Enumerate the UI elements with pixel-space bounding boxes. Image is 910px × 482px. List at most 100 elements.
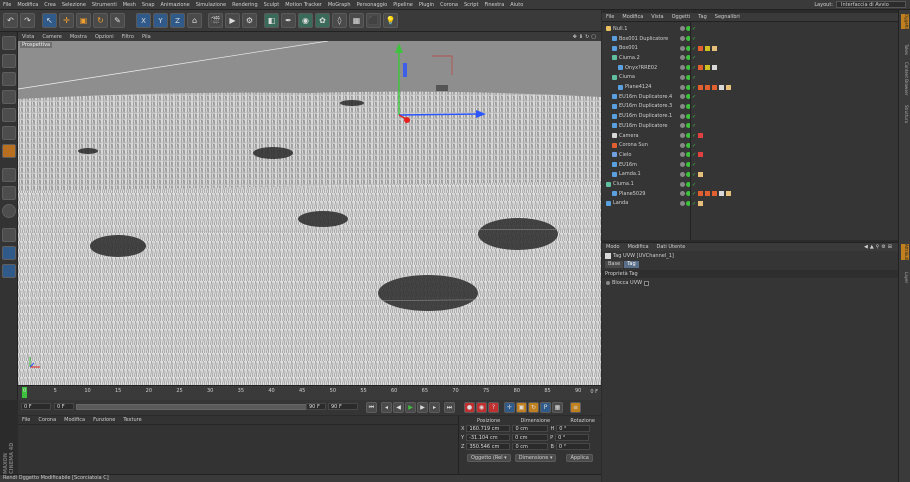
floor-icon[interactable]: ▦ (349, 13, 364, 28)
object-name[interactable]: Plane4124 (618, 84, 651, 90)
menu-animazione[interactable]: Animazione (158, 2, 193, 8)
timeline-ruler[interactable]: 0 5 10 15 20 25 30 35 40 45 50 55 60 65 70 75 80 85 90 0 F (18, 385, 601, 400)
visibility-dot-icon[interactable] (680, 55, 685, 61)
menu-personaggio[interactable]: Personaggio (354, 2, 391, 8)
key-pla-icon[interactable]: ▦ (552, 402, 563, 413)
menu-simulazione[interactable]: Simulazione (193, 2, 229, 8)
key-rotation-icon[interactable]: ↻ (528, 402, 539, 413)
enable-check-icon[interactable]: ✓ (692, 94, 697, 100)
object-name[interactable]: Null.1 (606, 26, 627, 32)
rotate-tool-icon[interactable]: ↻ (93, 13, 108, 28)
enable-check-icon[interactable]: ✓ (692, 55, 697, 61)
visibility-toggles[interactable]: ✓ (680, 152, 697, 158)
visibility-toggles[interactable]: ✓ (680, 200, 697, 207)
visibility-dot-icon[interactable] (680, 123, 685, 129)
y-axis-icon[interactable]: Y (153, 13, 168, 28)
visibility-toggles[interactable]: ✓ (680, 113, 697, 120)
tag-icon[interactable] (719, 84, 724, 90)
deformer-icon[interactable]: ◊ (332, 13, 347, 28)
om-menu-tag[interactable]: Tag (694, 14, 710, 20)
visibility-toggles[interactable]: ✓ (680, 84, 697, 91)
menu-mesh[interactable]: Mesh (120, 2, 139, 8)
record-icon[interactable]: ● (464, 402, 475, 413)
tab-base[interactable]: Base (605, 261, 624, 268)
object-row[interactable]: EU16m Duplicatore ✓ (602, 121, 898, 131)
visibility-dot-icon[interactable] (680, 133, 685, 139)
object-name[interactable]: Onyx?RRE02 (618, 65, 657, 71)
points-mode-icon[interactable] (2, 108, 16, 122)
visibility-dot-icon[interactable] (680, 142, 685, 148)
om-menu-segnalibri[interactable]: Segnalibri (711, 14, 744, 20)
pen-spline-icon[interactable]: ✒ (281, 13, 296, 28)
object-manager-divider[interactable] (690, 22, 691, 240)
preview-end-field[interactable]: 90 F (306, 403, 326, 410)
object-row[interactable]: Camera ✓ (602, 131, 898, 141)
attr-menu-modo[interactable]: Modo (602, 244, 624, 250)
visibility-dot-icon[interactable] (680, 84, 685, 90)
object-row[interactable]: EU16m Duplicatore.3 ✓ (602, 102, 898, 112)
current-frame-field[interactable]: 0 F (21, 403, 51, 410)
visibility-toggles[interactable]: ✓ (680, 103, 697, 110)
menu-rendering[interactable]: Rendering (229, 2, 261, 8)
object-row[interactable]: EU16m ✓ (602, 160, 898, 170)
visibility-dot-icon[interactable] (680, 45, 685, 51)
prev-frame-icon[interactable]: ◀ (393, 402, 404, 413)
visibility-toggles[interactable]: ✓ (680, 65, 697, 71)
om-menu-modifica[interactable]: Modifica (618, 14, 647, 20)
tag-icon[interactable] (698, 133, 703, 139)
edges-mode-icon[interactable] (2, 126, 16, 140)
object-row[interactable]: EU16m Duplicatore.1 ✓ (602, 111, 898, 121)
object-row[interactable]: Ciuma.1 ✓ (602, 179, 898, 189)
menu-motion-tracker[interactable]: Motion Tracker (282, 2, 325, 8)
viewport-menu-filtro[interactable]: Filtro (118, 34, 138, 40)
object-name[interactable]: Cielo (612, 152, 631, 158)
position-z-field[interactable]: 350.546 cm (466, 443, 511, 450)
coords-mode-dropdown[interactable]: Oggetto (Rel ▾ (467, 454, 511, 462)
dock-tab-content-browser[interactable]: Content Browser (901, 62, 909, 95)
menu-mograph[interactable]: MoGraph (325, 2, 354, 8)
menu-file[interactable]: File (0, 2, 14, 8)
model-mode-icon[interactable] (2, 54, 16, 68)
object-row[interactable]: Box001 ✓ (602, 43, 898, 53)
key-param-icon[interactable]: P (540, 402, 551, 413)
enable-check-icon[interactable]: ✓ (692, 143, 697, 149)
enable-check-icon[interactable]: ✓ (692, 172, 697, 178)
make-editable-icon[interactable] (2, 36, 16, 50)
tag-icon[interactable] (712, 84, 717, 90)
tag-icon[interactable] (705, 65, 710, 71)
texture-mode-icon[interactable] (2, 72, 16, 86)
enable-check-icon[interactable]: ✓ (692, 104, 697, 110)
layout-dropdown[interactable]: Interfaccia di Avvio (836, 1, 906, 8)
visibility-toggles[interactable]: ✓ (680, 36, 697, 42)
om-menu-vista[interactable]: Vista (647, 14, 667, 20)
tag-icon[interactable] (698, 45, 703, 51)
z-axis-icon[interactable]: Z (170, 13, 185, 28)
object-row[interactable]: Ciuma.2 ✓ (602, 53, 898, 63)
camera-icon[interactable]: ⬛ (366, 13, 381, 28)
object-name[interactable]: Ciuma.2 (612, 55, 640, 61)
visibility-dot-icon[interactable] (680, 103, 685, 109)
enable-check-icon[interactable]: ✓ (692, 75, 697, 81)
attr-menu-dati-utente[interactable]: Dati Utente (653, 244, 690, 250)
visibility-toggles[interactable]: ✓ (680, 74, 697, 81)
render-picture-viewer-icon[interactable]: ▶ (225, 13, 240, 28)
menu-strumenti[interactable]: Strumenti (89, 2, 120, 8)
tag-icon[interactable] (719, 191, 724, 197)
object-name[interactable]: Landa (606, 200, 628, 206)
play-icon[interactable]: ▶ (405, 402, 416, 413)
viewport-menu-pila[interactable]: Pila (138, 34, 155, 40)
visibility-dot-icon[interactable] (680, 200, 685, 206)
menu-pipeline[interactable]: Pipeline (390, 2, 416, 8)
workplane-lock-icon[interactable] (2, 228, 16, 242)
object-row[interactable]: Lamda.1 ✓ (602, 170, 898, 180)
material-menu-funzione[interactable]: Funzione (89, 417, 119, 423)
object-row[interactable]: Landa ✓ (602, 199, 898, 209)
grid-icon[interactable] (2, 264, 16, 278)
tag-icon[interactable] (726, 84, 731, 90)
visibility-dot-icon[interactable] (680, 94, 685, 100)
viewport-nav-icons[interactable]: ✥⬇↻▢ (573, 34, 601, 40)
menu-sculpt[interactable]: Sculpt (261, 2, 283, 8)
object-name[interactable]: EU16m Duplicatore.1 (612, 113, 672, 119)
scale-tool-icon[interactable]: ▣ (76, 13, 91, 28)
object-row[interactable]: Null.1 ✓ (602, 24, 898, 34)
